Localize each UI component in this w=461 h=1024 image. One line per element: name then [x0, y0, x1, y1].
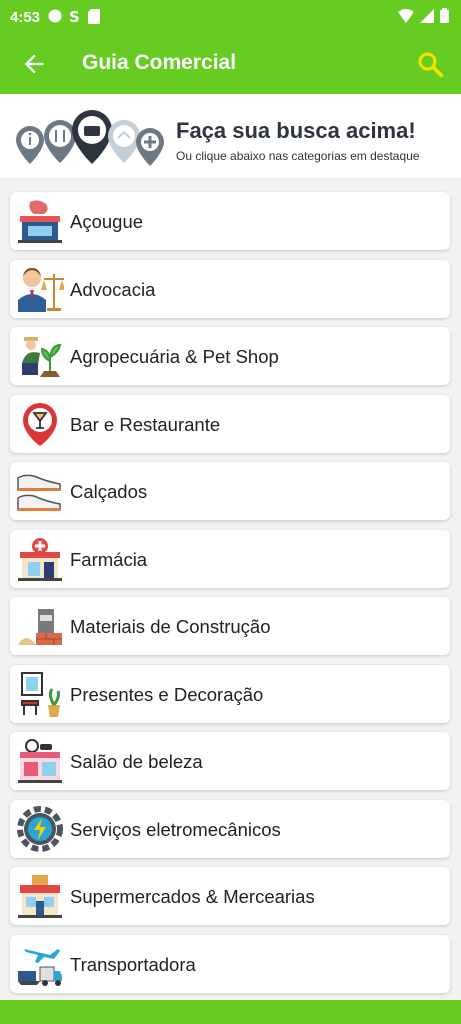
s-app-icon: S: [69, 8, 80, 24]
back-arrow-icon[interactable]: [20, 50, 48, 78]
notification-dot-icon: [48, 9, 62, 23]
decoration-icon: [21, 671, 60, 717]
construction-materials-icon: [18, 609, 62, 645]
beauty-salon-icon: [18, 739, 62, 783]
restaurant-pin-icon: [23, 402, 57, 446]
page-title: Guia Comercial: [82, 51, 237, 74]
farmer-icon: [22, 337, 62, 377]
category-label: Agropecuária & Pet Shop: [70, 346, 279, 367]
transport-icon: [18, 948, 62, 986]
category-label: Serviços eletromecânicos: [70, 818, 281, 840]
category-item-transportadora[interactable]: Transportadora: [10, 934, 450, 993]
category-item-advocacia[interactable]: Advocacia: [10, 259, 450, 318]
category-item-salao-beleza[interactable]: Salão de beleza: [10, 732, 450, 790]
category-label: Calçados: [70, 481, 148, 502]
supermarket-icon: [18, 875, 62, 918]
banner-headline: Faça sua busca acima!: [176, 118, 416, 143]
banner-subtitle: Ou clique abaixo nas categorias em desta…: [176, 149, 420, 163]
category-label: Salão de beleza: [70, 751, 203, 772]
category-label: Farmácia: [70, 548, 148, 570]
map-pins-icon: [16, 110, 164, 166]
category-item-calcados[interactable]: Calçados: [10, 462, 450, 520]
shoes-icon: [17, 474, 61, 511]
status-bar: 4:53 S: [0, 0, 461, 34]
search-icon[interactable]: [415, 49, 445, 79]
category-item-supermercados[interactable]: Supermercados & Mercearias: [10, 867, 450, 925]
category-list: Açougue Advocacia Agropecuária & Pet Sho…: [10, 192, 450, 1002]
pharmacy-icon: [18, 537, 62, 581]
category-item-bar-restaurante[interactable]: Bar e Restaurante: [10, 394, 450, 453]
category-label: Açougue: [70, 211, 144, 232]
butcher-shop-icon: [18, 200, 62, 243]
category-item-acougue[interactable]: Açougue: [10, 192, 450, 250]
category-label: Transportadora: [70, 953, 196, 975]
category-item-presentes-decoracao[interactable]: Presentes e Decoração: [10, 664, 450, 723]
app-bar: Guia Comercial: [0, 34, 461, 94]
category-item-materiais-construcao[interactable]: Materiais de Construção: [10, 597, 450, 655]
category-label: Advocacia: [70, 278, 156, 300]
electromechanical-gear-icon: [17, 805, 63, 852]
wifi-icon: [398, 8, 414, 23]
search-banner: Faça sua busca acima! Ou clique abaixo n…: [0, 94, 461, 178]
category-item-servicos-eletromecanicos[interactable]: Serviços eletromecânicos: [10, 799, 450, 858]
category-label: Presentes e Decoração: [70, 683, 264, 705]
category-label: Supermercados & Mercearias: [70, 886, 315, 907]
category-item-farmacia[interactable]: Farmácia: [10, 529, 450, 588]
category-label: Materiais de Construção: [70, 616, 271, 637]
category-label: Bar e Restaurante: [70, 413, 221, 435]
category-item-agropecuaria[interactable]: Agropecuária & Pet Shop: [10, 327, 450, 385]
lawyer-icon: [18, 267, 64, 312]
battery-icon: [440, 8, 449, 23]
status-time: 4:53: [10, 9, 41, 26]
signal-icon: [420, 8, 434, 23]
svg-text:S: S: [69, 8, 80, 24]
bottom-bar: [0, 1000, 461, 1024]
sd-card-icon: [88, 8, 100, 24]
